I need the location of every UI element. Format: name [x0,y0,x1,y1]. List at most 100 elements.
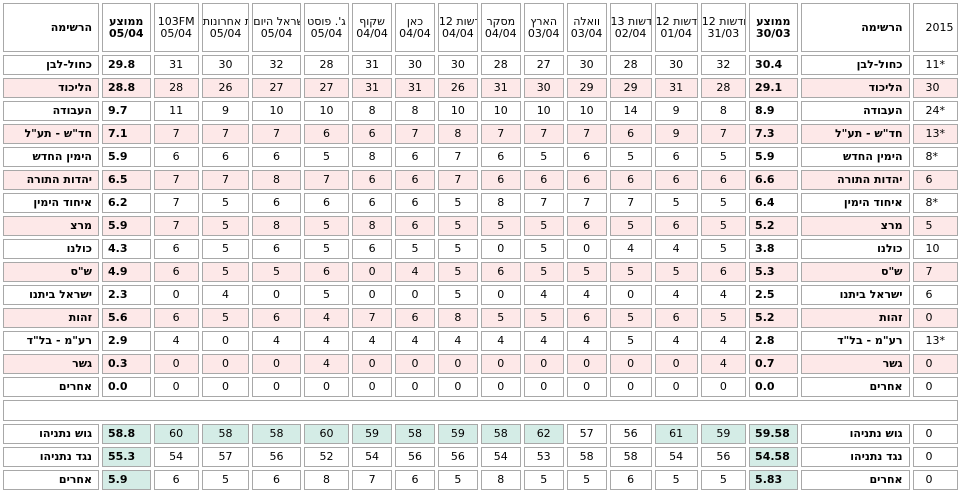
poll-value: 6 [480,170,521,190]
poll-value: 7 [566,193,607,213]
poll-value: 7 [437,147,478,167]
poll-value: 6 [395,147,435,167]
poll-value: 5 [201,308,250,328]
right-average-value: 5.83 [749,470,798,490]
table-row: גשר 0.3 0 0 0 4 0 0 0 0 0 0 0 0 4 0.7 גשר 0 [3,354,958,374]
right-average-value: 0.0 [749,377,798,397]
poll-value: 0 [395,285,435,305]
party-name: יהדות התורה [3,170,99,190]
poll-header: חדשות 1302/04 [609,3,652,52]
elections-value: 0 [912,354,958,374]
poll-value: 58 [566,447,607,467]
poll-value: 59 [352,424,393,444]
left-average-value: 29.8 [102,55,151,75]
party-name-right: הימין החדש [800,147,910,167]
right-average-value: 5.2 [749,216,798,236]
poll-header: ג'. פוסט 05/04 [303,3,350,52]
poll-value: 32 [252,55,301,75]
poll-value: 8 [352,147,393,167]
polls-table: הרשימהממוצע05/04103FM05/04ידיעות אחרונות… [0,0,961,493]
poll-value: 30 [654,55,698,75]
poll-value: 6 [153,470,199,490]
poll-value: 6 [609,470,652,490]
poll-value: 14 [609,101,652,121]
left-average-value: 6.2 [102,193,151,213]
poll-value: 5 [303,147,350,167]
poll-value: 59 [700,424,747,444]
poll-value: 0 [395,354,435,374]
poll-value: 8 [480,470,521,490]
poll-header: חדשות 1204/04 [437,3,478,52]
poll-value: 0 [201,354,250,374]
poll-value: 6 [201,147,250,167]
poll-value: 4 [252,331,301,351]
poll-value: 7 [153,124,199,144]
poll-value: 6 [153,147,199,167]
party-name: זהות [3,308,99,328]
elections-value: 0 [912,424,958,444]
party-name-right: איחוד הימין [800,193,910,213]
poll-value: 6 [395,170,435,190]
poll-value: 5 [201,470,250,490]
poll-value: 0 [700,377,747,397]
poll-value: 31 [352,55,393,75]
elections-value: 6 [912,285,958,305]
poll-value: 5 [700,193,747,213]
poll-value: 5 [303,239,350,259]
poll-value: 0 [609,354,652,374]
left-average-value: 7.1 [102,124,151,144]
poll-value: 0 [609,285,652,305]
right-average-value: 30.4 [749,55,798,75]
right-average-value: 5.9 [749,147,798,167]
poll-value: 9 [654,124,698,144]
party-name: כולנו [3,239,99,259]
left-average-value: 9.7 [102,101,151,121]
poll-value: 7 [153,193,199,213]
bloc-row: נגד נתניהו 55.3 54 57 56 52 54 56 56 54 53 58 58 54 56… [3,447,958,467]
poll-value: 28 [480,55,521,75]
poll-value: 60 [153,424,199,444]
poll-value: 6 [252,193,301,213]
left-average-value: 28.8 [102,78,151,98]
poll-value: 5 [201,239,250,259]
poll-header: וואלה 03/04 [566,3,607,52]
poll-value: 4 [437,331,478,351]
party-name-right: גוש נתניהו [800,424,910,444]
poll-value: 5 [523,239,564,259]
poll-value: 0 [352,354,393,374]
party-name-right: הליכוד [800,78,910,98]
poll-value: 26 [201,78,250,98]
poll-value: 7 [153,216,199,236]
poll-value: 31 [153,55,199,75]
elections-value: 24* [912,101,958,121]
poll-value: 56 [395,447,435,467]
poll-value: 0 [303,377,350,397]
poll-value: 6 [609,170,652,190]
poll-value: 5 [700,470,747,490]
poll-header: כאן 04/04 [395,3,435,52]
poll-value: 5 [303,285,350,305]
poll-value: 6 [480,262,521,282]
poll-value: 0 [153,354,199,374]
poll-value: 4 [303,331,350,351]
table-row: העבודה 9.7 11 9 10 10 8 8 10 10 10 10 14 9 8 8.9 העבודה 2… [3,101,958,121]
table-row: כחול-לבן 29.8 31 30 32 28 31 30 30 28 27 30 28 30 32 30… [3,55,958,75]
poll-value: 60 [303,424,350,444]
poll-value: 5 [609,262,652,282]
poll-value: 26 [437,78,478,98]
left-average-value: 4.9 [102,262,151,282]
poll-value: 5 [700,147,747,167]
poll-value: 7 [700,124,747,144]
poll-value: 53 [523,447,564,467]
party-name-right: ישראל ביתנו [800,285,910,305]
party-column-header-right: הרשימה [800,3,910,52]
poll-value: 58 [395,424,435,444]
party-name: הליכוד [3,78,99,98]
party-name: נגד נתניהו [3,447,99,467]
poll-value: 10 [303,101,350,121]
poll-value: 7 [480,124,521,144]
poll-value: 0 [480,354,521,374]
party-name-right: גשר [800,354,910,374]
party-name-right: אחרים [800,470,910,490]
party-name-right: יהדות התורה [800,170,910,190]
